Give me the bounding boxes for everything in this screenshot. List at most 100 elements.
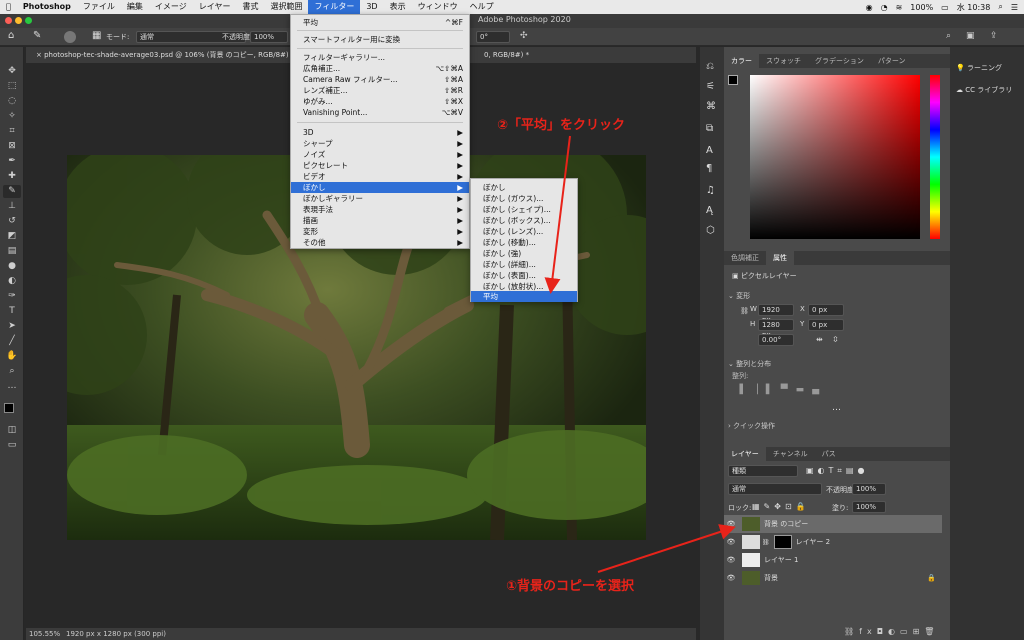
brush-size-preview[interactable] — [64, 31, 76, 43]
quick-select-tool-icon[interactable]: ✧ — [3, 110, 21, 123]
layer-row-background[interactable]: 👁 背景 🔒 — [724, 569, 942, 587]
share-icon[interactable]: ⇪ — [990, 31, 998, 41]
menu-image[interactable]: イメージ — [149, 0, 193, 14]
height-input[interactable]: 1280 px — [758, 319, 794, 339]
menu-select[interactable]: 選択範囲 — [264, 0, 308, 14]
menu-item-3d[interactable]: 3D ▶ — [291, 127, 469, 138]
learn-item[interactable]: 💡 ラーニング — [956, 63, 1002, 73]
lock-icons[interactable]: ▦✎✥⊡🔒 — [752, 502, 810, 511]
gradient-tool-icon[interactable]: ▤ — [3, 245, 21, 258]
menu-window[interactable]: ウィンドウ — [412, 0, 464, 14]
transform-section[interactable]: ⌄ 変形 — [728, 291, 750, 301]
symmetry-icon[interactable]: ✣ — [520, 31, 528, 41]
layer-row-layer1[interactable]: 👁 レイヤー 1 — [724, 551, 942, 569]
menu-item-blur[interactable]: ぼかし ▶ — [291, 182, 469, 193]
stamp-tool-icon[interactable]: ⊥ — [3, 200, 21, 213]
dodge-tool-icon[interactable]: ◐ — [3, 275, 21, 288]
workspace-icon[interactable]: ▣ — [966, 31, 975, 41]
submenu-item-shape-blur[interactable]: ぼかし (シェイプ)... — [471, 204, 577, 215]
type-tool-icon[interactable]: T — [3, 305, 21, 318]
cc-libraries-item[interactable]: ☁ CC ライブラリ — [956, 85, 1012, 95]
minimize-window-icon[interactable] — [15, 17, 22, 24]
blur-tool-icon[interactable]: ● — [3, 260, 21, 273]
search-icon[interactable]: ⌕ — [946, 31, 951, 41]
brush-tool-icon[interactable]: ✎ — [3, 185, 21, 198]
quick-mask-icon[interactable]: ◫ — [3, 424, 21, 437]
tab-channels[interactable]: チャンネル — [766, 447, 815, 461]
menu-help[interactable]: ヘルプ — [464, 0, 500, 14]
creative-cloud-icon[interactable]: ◉ — [866, 3, 873, 12]
menu-item-smart-filter[interactable]: スマートフィルター用に変換 — [291, 34, 469, 45]
menu-edit[interactable]: 編集 — [121, 0, 149, 14]
visibility-eye-icon[interactable]: 👁 — [724, 556, 738, 564]
pen-tool-icon[interactable]: ✑ — [3, 290, 21, 303]
flip-vertical-icon[interactable]: ⇳ — [832, 335, 839, 344]
menu-item-filter-gallery[interactable]: フィルターギャラリー... — [291, 52, 469, 63]
home-icon[interactable]: ⌂ — [8, 30, 14, 41]
color-foreground-swatch[interactable] — [728, 75, 738, 85]
wifi-icon[interactable]: ≋ — [896, 3, 903, 12]
paragraph-panel-icon[interactable]: ¶ — [706, 163, 712, 174]
menu-item-stylize[interactable]: 表現手法 ▶ — [291, 204, 469, 215]
menu-item-video[interactable]: ビデオ ▶ — [291, 171, 469, 182]
zoom-level[interactable]: 105.55% — [29, 628, 60, 640]
lasso-tool-icon[interactable]: ◌ — [3, 95, 21, 108]
visibility-eye-icon[interactable]: 👁 — [724, 520, 738, 528]
submenu-item-surface-blur[interactable]: ぼかし (表面)... — [471, 270, 577, 281]
app-menu[interactable]: Photoshop — [17, 0, 77, 14]
angle-input[interactable]: 0° — [476, 31, 510, 43]
submenu-item-blur-more[interactable]: ぼかし (強) — [471, 248, 577, 259]
text-style-icon[interactable]: Ą — [706, 205, 713, 216]
blend-mode-select[interactable]: 通常 — [728, 483, 822, 495]
marquee-tool-icon[interactable]: ⬚ — [3, 80, 21, 93]
tab-patterns[interactable]: パターン — [871, 54, 913, 68]
menu-item-render[interactable]: 描画 ▶ — [291, 215, 469, 226]
fill-input[interactable]: 100% — [852, 501, 886, 513]
align-buttons[interactable]: ▐▕▌▀▬▄ — [736, 385, 827, 395]
eraser-tool-icon[interactable]: ◩ — [3, 230, 21, 243]
menu-view[interactable]: 表示 — [384, 0, 412, 14]
tab-properties[interactable]: 属性 — [766, 251, 794, 265]
healing-tool-icon[interactable]: ✚ — [3, 170, 21, 183]
eyedropper-tool-icon[interactable]: ✒ — [3, 155, 21, 168]
menu-item-liquify[interactable]: ゆがみ... ⇧⌘X — [291, 96, 469, 107]
more-tools-icon[interactable]: … — [3, 380, 21, 393]
brush-tool-icon[interactable]: ✎ — [33, 30, 41, 41]
menu-layer[interactable]: レイヤー — [193, 0, 237, 14]
hand-tool-icon[interactable]: ✋ — [3, 350, 21, 363]
more-options-icon[interactable]: … — [832, 403, 841, 413]
layer-name[interactable]: レイヤー 1 — [764, 555, 798, 565]
apple-menu[interactable]:  — [0, 0, 17, 14]
menu-3d[interactable]: 3D — [360, 0, 383, 14]
glyph-panel-icon[interactable]: ♫ — [706, 185, 715, 196]
align-section[interactable]: ⌄ 整列と分布 — [728, 359, 771, 369]
screen-mode-icon[interactable]: ▭ — [3, 439, 21, 452]
path-select-tool-icon[interactable]: ➤ — [3, 320, 21, 333]
submenu-item-lens-blur[interactable]: ぼかし (レンズ)... — [471, 226, 577, 237]
line-tool-icon[interactable]: ╱ — [3, 335, 21, 348]
history-brush-icon[interactable]: ↺ — [3, 215, 21, 228]
menu-file[interactable]: ファイル — [77, 0, 121, 14]
layer-name[interactable]: 背景 のコピー — [764, 519, 808, 529]
tab-layers[interactable]: レイヤー — [724, 447, 766, 461]
visibility-eye-icon[interactable]: 👁 — [724, 574, 738, 582]
layer-kind-filter[interactable]: 種類 — [728, 465, 798, 477]
menu-item-blur-gallery[interactable]: ぼかしギャラリー ▶ — [291, 193, 469, 204]
menu-item-distort[interactable]: 変形 ▶ — [291, 226, 469, 237]
menu-filter[interactable]: フィルター — [308, 0, 361, 14]
menu-item-vanishing-point[interactable]: Vanishing Point... ⌥⌘V — [291, 107, 469, 118]
layer-mask-thumbnail[interactable] — [773, 535, 792, 549]
3d-panel-icon[interactable]: ⬡ — [706, 225, 715, 236]
menu-item-other[interactable]: その他 ▶ — [291, 237, 469, 248]
layer-bottom-buttons[interactable]: ⛓fx◘◐▭⊞🗑 — [844, 627, 939, 636]
tab-swatches[interactable]: スウォッチ — [759, 54, 808, 68]
x-input[interactable]: 0 px — [808, 304, 844, 316]
mask-link-icon[interactable]: ⛓ — [762, 539, 770, 546]
menu-item-adaptive-wide-angle[interactable]: 広角補正... ⌥⇧⌘A — [291, 63, 469, 74]
menu-item-lens-correction[interactable]: レンズ補正... ⇧⌘R — [291, 85, 469, 96]
width-input[interactable]: 1920 px — [758, 304, 794, 324]
notification-icon[interactable]: ☰ — [1011, 3, 1018, 12]
hue-slider[interactable] — [930, 75, 940, 239]
crop-tool-icon[interactable]: ⌗ — [3, 125, 21, 138]
flip-horizontal-icon[interactable]: ⇹ — [816, 335, 823, 344]
